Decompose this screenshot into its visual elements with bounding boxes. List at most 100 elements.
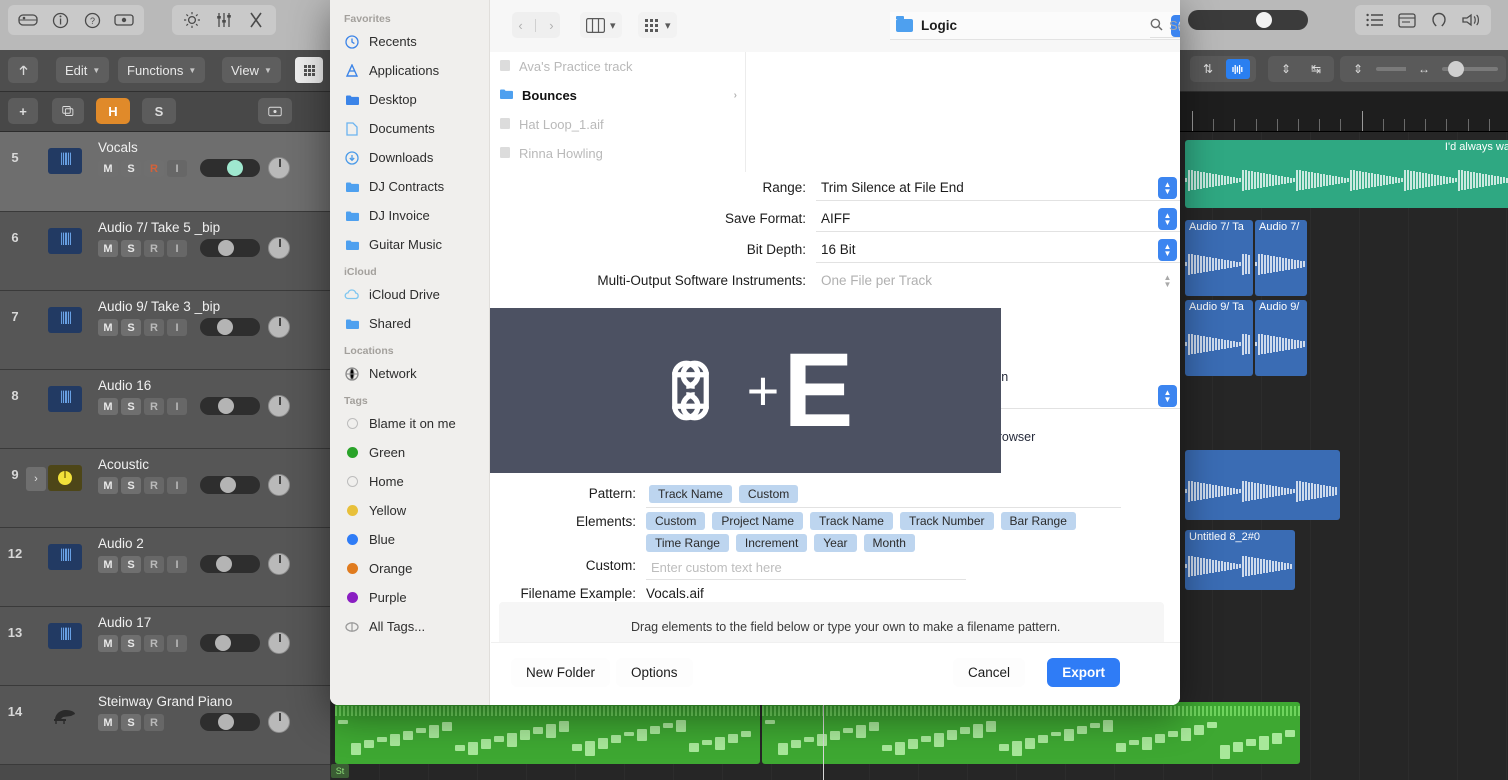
stepper-icon[interactable]: ▲▼ <box>1158 384 1177 407</box>
smart-controls-icon[interactable] <box>178 8 206 32</box>
element-token[interactable]: Track Number <box>899 512 994 530</box>
chevron-right-icon[interactable]: › <box>549 18 553 33</box>
file-browser-list[interactable]: Ava's Practice track Bounces › Hat Loop_1.a… <box>491 52 746 172</box>
track-button-m[interactable]: M <box>98 398 118 415</box>
add-track-button[interactable]: + <box>8 98 38 124</box>
audio-waveform-icon[interactable]: ⦀⦀ <box>48 228 82 254</box>
track-button-r[interactable]: R <box>144 635 164 652</box>
element-token[interactable]: Custom <box>646 512 706 530</box>
audio-region[interactable]: Audio 9/ <box>1255 300 1307 376</box>
track-button-r[interactable]: R <box>144 240 164 257</box>
slider-knob[interactable] <box>220 477 236 493</box>
menu-view[interactable]: View ▼ <box>222 57 281 83</box>
track-header[interactable]: 12 ⦀⦀ Audio 2 MSRI <box>0 528 330 607</box>
audio-region[interactable] <box>1185 450 1340 520</box>
elements-token-list[interactable]: Custom Project Name Track Name Track Number… <box>646 512 1146 556</box>
track-button-i[interactable]: I <box>167 160 187 177</box>
sidebar-item-all-tags[interactable]: All Tags... <box>330 612 489 641</box>
track-button-s[interactable]: S <box>121 477 141 494</box>
file-list-item[interactable]: Rinna Howling <box>491 139 745 168</box>
element-token[interactable]: Project Name <box>712 512 804 530</box>
track-pan-knob[interactable] <box>268 632 290 654</box>
track-volume-slider[interactable] <box>200 555 260 573</box>
track-header[interactable]: 8 ⦀⦀ Audio 16 M S R I <box>0 370 330 449</box>
custom-text-input[interactable]: Enter custom text here <box>646 556 966 580</box>
track-button-r[interactable]: R <box>144 398 164 415</box>
file-list-item[interactable]: Ava's Practice track <box>491 52 745 81</box>
track-button-m[interactable]: M <box>98 635 118 652</box>
track-button-s[interactable]: S <box>121 398 141 415</box>
sidebar-item-recents[interactable]: Recents <box>330 27 489 56</box>
browsers-icon[interactable] <box>1457 8 1485 32</box>
track-header[interactable]: 14 Steinway Grand Piano M S R <box>0 686 330 765</box>
sidebar-item-dj-invoice[interactable]: DJ Invoice <box>330 201 489 230</box>
sidebar-item-guitar-music[interactable]: Guitar Music <box>330 230 489 259</box>
stepper-icon[interactable]: ▲▼ <box>1158 207 1177 230</box>
menu-edit[interactable]: Edit ▼ <box>56 57 110 83</box>
sidebar-item-dj-contracts[interactable]: DJ Contracts <box>330 172 489 201</box>
track-disclosure-triangle[interactable]: › <box>26 467 46 491</box>
location-dropdown[interactable]: Logic ▲▼ <box>890 12 1180 40</box>
flex-time-icon[interactable]: ⇕ <box>1274 59 1298 79</box>
duplicate-icon[interactable] <box>52 98 84 124</box>
track-button-s[interactable]: S <box>121 635 141 652</box>
track-pan-knob[interactable] <box>268 711 290 733</box>
track-volume-slider[interactable] <box>200 318 260 336</box>
track-pan-knob[interactable] <box>268 395 290 417</box>
track-volume-slider[interactable] <box>200 713 260 731</box>
track-button-m[interactable]: M <box>98 714 118 731</box>
slider-knob[interactable] <box>1256 12 1272 28</box>
hide-tracks-button[interactable]: H <box>96 98 130 124</box>
sidebar-item-shared[interactable]: Shared <box>330 309 489 338</box>
quick-help-icon[interactable]: ? <box>78 8 106 32</box>
guitar-amp-icon[interactable] <box>48 465 82 491</box>
element-token[interactable]: Increment <box>735 534 808 552</box>
audio-region[interactable] <box>335 702 760 764</box>
chevron-left-icon[interactable]: ‹ <box>518 18 522 33</box>
options-button[interactable]: Options <box>616 658 693 687</box>
sidebar-item-purple[interactable]: Purple <box>330 583 489 612</box>
sidebar-item-blue[interactable]: Blue <box>330 525 489 554</box>
element-token[interactable]: Month <box>863 534 915 552</box>
audio-region[interactable]: Audio 9/ Ta <box>1185 300 1253 376</box>
sidebar-item-icloud-drive[interactable]: iCloud Drive <box>330 280 489 309</box>
audio-region[interactable] <box>762 702 1300 764</box>
track-button-s[interactable]: S <box>121 240 141 257</box>
element-token[interactable]: Time Range <box>646 534 729 552</box>
track-button-m[interactable]: M <box>98 319 118 336</box>
sidebar-item-orange[interactable]: Orange <box>330 554 489 583</box>
stepper-icon[interactable]: ▲▼ <box>1158 238 1177 261</box>
horizontal-zoom-slider[interactable] <box>1442 61 1498 77</box>
slider-knob[interactable] <box>218 398 234 414</box>
audio-waveform-icon[interactable]: ⦀⦀ <box>48 386 82 412</box>
solo-button[interactable]: S <box>142 98 176 124</box>
track-button-s[interactable]: S <box>121 556 141 573</box>
audio-waveform-icon[interactable]: ⦀⦀ <box>48 544 82 570</box>
sidebar-item-downloads[interactable]: Downloads <box>330 143 489 172</box>
audio-region[interactable]: I'd always wa <box>1185 140 1508 208</box>
sidebar-item-applications[interactable]: Applications <box>330 56 489 85</box>
audio-region[interactable]: Untitled 8_2#0 <box>1185 530 1295 590</box>
slider-knob[interactable] <box>217 319 233 335</box>
track-volume-slider[interactable] <box>200 159 260 177</box>
track-button-r[interactable]: R <box>144 160 164 177</box>
piano-icon[interactable] <box>48 702 82 728</box>
track-button-r[interactable]: R <box>144 477 164 494</box>
sidebar-item-blame-it-on-me[interactable]: Blame it on me <box>330 409 489 438</box>
track-button-i[interactable]: I <box>167 635 187 652</box>
sidebar-item-yellow[interactable]: Yellow <box>330 496 489 525</box>
stepper-icon[interactable]: ▲▼ <box>1158 176 1177 199</box>
track-button-m[interactable]: M <box>98 477 118 494</box>
track-button-s[interactable]: S <box>121 319 141 336</box>
menu-functions[interactable]: Functions ▼ <box>118 57 206 83</box>
track-volume-slider[interactable] <box>200 634 260 652</box>
setting-row[interactable]: Range: Trim Silence at File End ▲ ▼ <box>491 172 1180 203</box>
track-pan-knob[interactable] <box>268 553 290 575</box>
nav-arrows[interactable]: ‹ › <box>512 12 560 38</box>
setting-value-field[interactable]: 16 Bit ▲ ▼ <box>816 237 1180 263</box>
audio-waveform-icon[interactable]: ⦀⦀ <box>48 623 82 649</box>
track-button-s[interactable]: S <box>121 714 141 731</box>
capture-recording-icon[interactable] <box>110 8 138 32</box>
element-token[interactable]: Track Name <box>810 512 893 530</box>
loops-icon[interactable] <box>1425 8 1453 32</box>
